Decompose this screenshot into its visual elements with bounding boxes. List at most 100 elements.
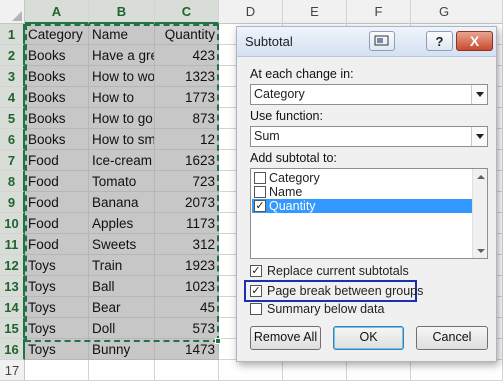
table-cell[interactable]: Toys <box>25 276 89 297</box>
table-cell[interactable]: Banana <box>89 192 155 213</box>
table-cell[interactable]: Toys <box>25 318 89 339</box>
table-cell[interactable]: 1173 <box>155 213 219 234</box>
list-item[interactable]: ✓ Quantity <box>252 199 473 213</box>
table-cell[interactable]: 1473 <box>155 339 219 360</box>
replace-subtotals-option[interactable]: ✓ Replace current subtotals <box>250 264 409 280</box>
table-cell[interactable]: Bear <box>89 297 155 318</box>
row-header[interactable]: 9 <box>0 192 25 213</box>
close-button[interactable]: X <box>456 31 493 51</box>
table-cell[interactable]: 12 <box>155 129 219 150</box>
row-header[interactable]: 3 <box>0 66 25 87</box>
column-header-f[interactable]: F <box>347 0 411 24</box>
table-cell[interactable]: Sweets <box>89 234 155 255</box>
table-cell[interactable] <box>155 360 219 381</box>
table-cell[interactable]: Books <box>25 129 89 150</box>
table-cell[interactable]: 873 <box>155 108 219 129</box>
table-cell[interactable]: 1323 <box>155 66 219 87</box>
table-cell[interactable] <box>283 360 347 381</box>
table-cell[interactable]: Category <box>25 24 89 45</box>
select-all-corner[interactable] <box>0 0 25 24</box>
row-header[interactable]: 7 <box>0 150 25 171</box>
cancel-button[interactable]: Cancel <box>416 326 488 350</box>
table-cell[interactable]: Name <box>89 24 155 45</box>
table-cell[interactable]: 45 <box>155 297 219 318</box>
table-cell[interactable]: How to wo <box>89 66 155 87</box>
row-header[interactable]: 8 <box>0 171 25 192</box>
table-cell[interactable]: Food <box>25 234 89 255</box>
row-header[interactable]: 10 <box>0 213 25 234</box>
table-cell[interactable]: 1623 <box>155 150 219 171</box>
table-cell[interactable] <box>411 360 503 381</box>
table-cell[interactable]: Books <box>25 108 89 129</box>
table-cell[interactable]: 423 <box>155 45 219 66</box>
table-cell[interactable]: Food <box>25 171 89 192</box>
chevron-down-icon[interactable] <box>471 127 487 146</box>
table-cell[interactable]: Books <box>25 66 89 87</box>
row-header[interactable]: 17 <box>0 360 25 381</box>
column-header-a[interactable]: A <box>25 0 89 24</box>
table-cell[interactable]: How to sm <box>89 129 155 150</box>
table-cell[interactable]: Food <box>25 150 89 171</box>
table-cell[interactable]: Books <box>25 45 89 66</box>
table-cell[interactable]: 1923 <box>155 255 219 276</box>
fill-handle[interactable] <box>215 338 221 344</box>
table-cell[interactable]: How to <box>89 87 155 108</box>
table-cell[interactable]: 723 <box>155 171 219 192</box>
table-cell[interactable]: Ice-cream <box>89 150 155 171</box>
table-cell[interactable]: Train <box>89 255 155 276</box>
checkbox-category[interactable] <box>254 172 266 184</box>
row-header[interactable]: 12 <box>0 255 25 276</box>
table-cell[interactable]: Toys <box>25 255 89 276</box>
table-cell[interactable]: Books <box>25 87 89 108</box>
table-cell[interactable]: Quantity <box>155 24 219 45</box>
column-header-b[interactable]: B <box>89 0 155 24</box>
table-cell[interactable]: Have a gre <box>89 45 155 66</box>
list-item[interactable]: Name <box>252 185 473 199</box>
column-header-d[interactable]: D <box>219 0 283 24</box>
at-each-change-dropdown[interactable]: Category <box>250 84 488 105</box>
row-header[interactable]: 5 <box>0 108 25 129</box>
table-cell[interactable]: Food <box>25 213 89 234</box>
row-header[interactable]: 11 <box>0 234 25 255</box>
remove-all-button[interactable]: Remove All <box>250 326 321 350</box>
table-cell[interactable]: 1023 <box>155 276 219 297</box>
row-header[interactable]: 16 <box>0 339 25 360</box>
checkbox-page-break[interactable]: ✓ <box>250 285 262 297</box>
checkbox-replace-subtotals[interactable]: ✓ <box>250 265 262 277</box>
table-cell[interactable]: Apples <box>89 213 155 234</box>
table-cell[interactable] <box>219 360 283 381</box>
column-header-c[interactable]: C <box>155 0 219 24</box>
help-button[interactable]: ? <box>426 31 453 51</box>
row-header[interactable]: 15 <box>0 318 25 339</box>
list-item[interactable]: Category <box>252 171 473 185</box>
row-header[interactable]: 14 <box>0 297 25 318</box>
table-cell[interactable] <box>347 360 411 381</box>
row-header[interactable]: 13 <box>0 276 25 297</box>
column-header-g[interactable]: G <box>411 0 503 24</box>
row-header[interactable]: 2 <box>0 45 25 66</box>
checkbox-name[interactable] <box>254 186 266 198</box>
table-cell[interactable]: Food <box>25 192 89 213</box>
table-cell[interactable]: Doll <box>89 318 155 339</box>
restore-icon[interactable] <box>369 31 395 51</box>
row-header[interactable]: 6 <box>0 129 25 150</box>
chevron-down-icon[interactable] <box>471 85 487 104</box>
scroll-up-icon[interactable] <box>473 169 487 184</box>
table-cell[interactable] <box>25 360 89 381</box>
table-cell[interactable]: 2073 <box>155 192 219 213</box>
table-cell[interactable]: 573 <box>155 318 219 339</box>
table-cell[interactable]: Bunny <box>89 339 155 360</box>
table-cell[interactable]: How to go <box>89 108 155 129</box>
row-header[interactable]: 1 <box>0 24 25 45</box>
table-cell[interactable]: 1773 <box>155 87 219 108</box>
scroll-down-icon[interactable] <box>473 243 487 258</box>
table-cell[interactable]: 312 <box>155 234 219 255</box>
page-break-option[interactable]: ✓ Page break between groups <box>250 284 423 300</box>
list-scrollbar[interactable] <box>472 169 487 258</box>
use-function-dropdown[interactable]: Sum <box>250 126 488 147</box>
subtotal-fields-list[interactable]: Category Name ✓ Quantity <box>250 168 488 259</box>
dialog-titlebar[interactable]: Subtotal ? X <box>237 27 496 57</box>
table-cell[interactable]: Ball <box>89 276 155 297</box>
table-cell[interactable]: Toys <box>25 297 89 318</box>
checkbox-quantity[interactable]: ✓ <box>254 200 266 212</box>
